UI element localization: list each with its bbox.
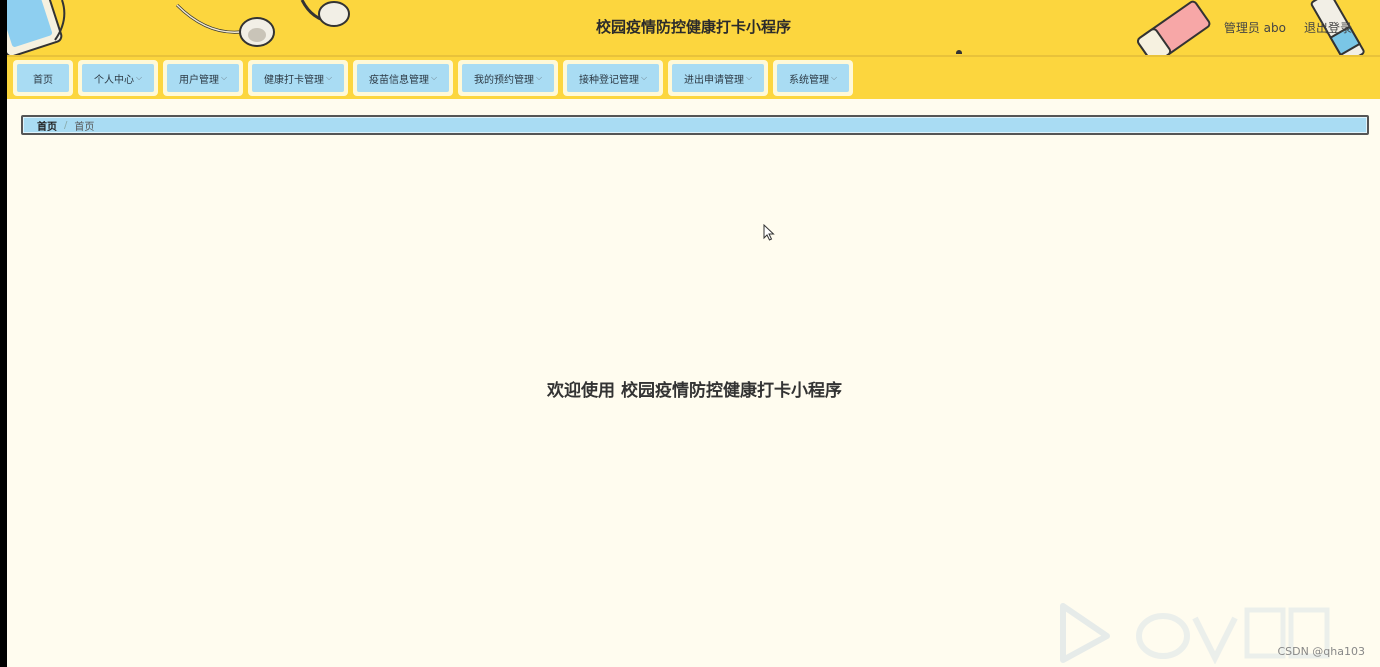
nav-item-label: 疫苗信息管理: [368, 74, 429, 86]
nav-item-label: 接种登记管理: [578, 74, 639, 86]
welcome-message: 欢迎使用 校园疫情防控健康打卡小程序: [547, 381, 842, 401]
user-area: 管理员 abo 退出登录: [1224, 19, 1352, 36]
chevron-down-icon: ⌵: [640, 73, 648, 82]
chevron-down-icon: ⌵: [745, 73, 753, 82]
site-title: 校园疫情防控健康打卡小程序: [595, 18, 791, 36]
nav-item-label: 健康打卡管理: [263, 74, 324, 86]
chevron-down-icon: ⌵: [220, 73, 228, 82]
logout-link[interactable]: 退出登录: [1304, 19, 1352, 36]
nav-item-label: 首页: [33, 74, 53, 86]
nav-item-health-checkin-management[interactable]: 健康打卡管理 ⌵: [248, 60, 348, 96]
nav-item-my-appointment-management[interactable]: 我的预约管理 ⌵: [458, 60, 558, 96]
nav-item-personal-center[interactable]: 个人中心 ⌵: [78, 60, 158, 96]
chevron-down-icon: ⌵: [535, 73, 543, 82]
nav-item-entry-exit-application-management[interactable]: 进出申请管理 ⌵: [668, 60, 768, 96]
breadcrumb-item-current: 首页: [74, 121, 95, 133]
breadcrumb-item-home[interactable]: 首页: [37, 118, 57, 133]
header: 校园疫情防控健康打卡小程序 管理员 abo 退出登录: [7, 0, 1380, 57]
chevron-down-icon: ⌵: [830, 73, 838, 82]
mouse-cursor-icon: [763, 224, 775, 241]
breadcrumb-separator: /: [64, 119, 68, 131]
breadcrumb: 首页 / 首页: [21, 115, 1369, 135]
nav-item-label: 系统管理: [788, 74, 829, 86]
nav-item-label: 进出申请管理: [683, 74, 744, 86]
nav-item-label: 我的预约管理: [473, 74, 534, 86]
csdn-watermark: CSDN @qha103: [1277, 645, 1365, 658]
chevron-down-icon: ⌵: [325, 73, 333, 82]
current-user-label: 管理员 abo: [1223, 21, 1286, 35]
nav-item-home[interactable]: 首页: [13, 60, 73, 96]
nav-item-vaccination-registration-management[interactable]: 接种登记管理 ⌵: [563, 60, 663, 96]
app-frame: 校园疫情防控健康打卡小程序 管理员 abo 退出登录 首页 个人中心 ⌵ 用户管理…: [7, 0, 1380, 667]
top-nav: 首页 个人中心 ⌵ 用户管理 ⌵ 健康打卡管理 ⌵ 疫苗信息管理 ⌵ 我的预约管理 ⌵ 接…: [7, 57, 1380, 99]
chevron-down-icon: ⌵: [430, 73, 438, 82]
nav-item-label: 用户管理: [178, 74, 219, 86]
nav-item-user-management[interactable]: 用户管理 ⌵: [163, 60, 243, 96]
chevron-down-icon: ⌵: [135, 73, 143, 82]
header-dot: [956, 50, 962, 54]
nav-item-label: 个人中心: [93, 74, 134, 86]
nav-item-vaccine-info-management[interactable]: 疫苗信息管理 ⌵: [353, 60, 453, 96]
nav-item-system-management[interactable]: 系统管理 ⌵: [773, 60, 853, 96]
